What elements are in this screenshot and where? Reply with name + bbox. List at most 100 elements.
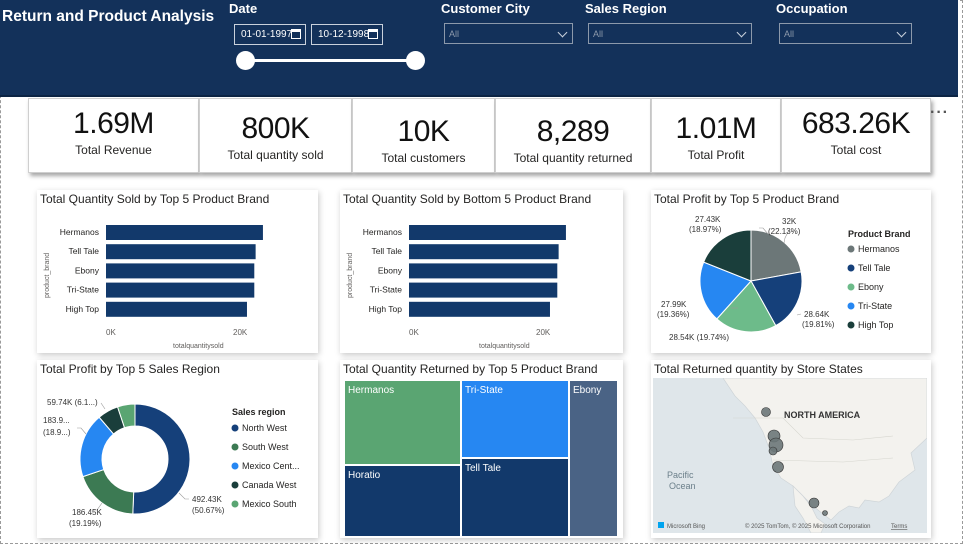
chevron-down-icon bbox=[557, 27, 568, 38]
ocean-label: Pacific bbox=[667, 470, 694, 480]
treemap-tile-tell-tale[interactable]: Tell Tale bbox=[461, 458, 569, 537]
date-slider-start-handle[interactable] bbox=[236, 51, 255, 70]
bar[interactable] bbox=[106, 225, 263, 240]
legend-marker bbox=[231, 462, 239, 470]
chart-card-bottom5-sold[interactable]: Total Quantity Sold by Bottom 5 Product … bbox=[340, 190, 623, 353]
treemap-tile-hermanos[interactable]: Hermanos bbox=[344, 380, 461, 465]
customer-city-value: All bbox=[449, 29, 460, 39]
more-options-icon[interactable]: ··· bbox=[930, 104, 949, 122]
legend-item[interactable]: North West bbox=[242, 423, 287, 433]
store-state-bubble[interactable] bbox=[772, 461, 784, 473]
legend-item[interactable]: Tell Tale bbox=[858, 263, 890, 273]
pie-slice[interactable] bbox=[132, 403, 191, 515]
end-date-input[interactable]: 10-12-1998 bbox=[311, 24, 383, 45]
legend-marker bbox=[847, 283, 855, 291]
customer-city-label: Customer City bbox=[441, 1, 530, 16]
legend-item[interactable]: Canada West bbox=[242, 480, 297, 490]
legend-item[interactable]: Mexico Cent... bbox=[242, 461, 300, 471]
slice-label: 32K bbox=[782, 217, 797, 226]
bar[interactable] bbox=[106, 244, 256, 260]
y-category-label: Hermanos bbox=[363, 227, 402, 237]
chart-card-profit-by-region[interactable]: Total Profit by Top 5 Sales Region 492.4… bbox=[37, 360, 318, 538]
customer-city-dropdown[interactable]: All bbox=[444, 23, 573, 44]
chart-card-returned-by-state[interactable]: Total Returned quantity by Store States … bbox=[651, 360, 931, 538]
y-category-label: High Top bbox=[369, 304, 403, 314]
treemap-tile-horatio[interactable]: Horatio bbox=[344, 465, 461, 537]
calendar-icon[interactable] bbox=[368, 29, 378, 39]
bar[interactable] bbox=[106, 263, 255, 279]
kpi-total-quantity-returned: 8,289 Total quantity returned bbox=[495, 98, 651, 173]
occupation-value: All bbox=[784, 29, 795, 39]
legend-item[interactable]: Hermanos bbox=[858, 244, 900, 254]
leader-line bbox=[178, 492, 189, 500]
kpi-value: 10K bbox=[397, 115, 450, 148]
kpi-value: 8,289 bbox=[536, 115, 610, 148]
date-slider-end-handle[interactable] bbox=[406, 51, 425, 70]
bing-logo-icon bbox=[658, 522, 664, 528]
store-state-bubble[interactable] bbox=[768, 446, 778, 456]
y-category-label: Ebony bbox=[75, 265, 100, 275]
map-copyright: © 2025 TomTom, © 2025 Microsoft Corporat… bbox=[745, 523, 870, 530]
store-state-bubble[interactable] bbox=[808, 497, 820, 509]
tile-label: Tell Tale bbox=[465, 463, 501, 474]
sales-region-label: Sales Region bbox=[585, 1, 667, 16]
occupation-dropdown[interactable]: All bbox=[779, 23, 912, 44]
chevron-down-icon bbox=[736, 27, 747, 38]
kpi-value: 1.69M bbox=[73, 107, 154, 140]
legend-marker bbox=[231, 443, 239, 451]
legend-marker bbox=[847, 321, 855, 329]
legend-item[interactable]: South West bbox=[242, 442, 289, 452]
chevron-down-icon bbox=[896, 27, 907, 38]
legend-marker bbox=[847, 245, 855, 253]
slice-label: 28.64K bbox=[804, 310, 830, 319]
store-state-bubble[interactable] bbox=[822, 510, 828, 516]
date-range-slider-track[interactable] bbox=[245, 59, 415, 62]
chart-card-top5-sold[interactable]: Total Quantity Sold by Top 5 Product Bra… bbox=[37, 190, 318, 353]
chart-card-profit-by-brand[interactable]: Total Profit by Top 5 Product Brand 32K … bbox=[651, 190, 931, 353]
tile-label: Tri-State bbox=[465, 385, 503, 396]
y-category-label: Tri-State bbox=[67, 285, 100, 295]
bar[interactable] bbox=[409, 244, 559, 260]
slice-label: (19.36%) bbox=[657, 310, 690, 319]
sales-region-dropdown[interactable]: All bbox=[588, 23, 752, 44]
calendar-icon[interactable] bbox=[291, 29, 301, 39]
treemap-tile-ebony[interactable]: Ebony bbox=[569, 380, 618, 537]
legend-item[interactable]: Mexico South bbox=[242, 499, 297, 509]
y-axis-label: product_brand bbox=[44, 253, 51, 298]
slice-label: (50.67%) bbox=[192, 506, 225, 515]
slice-label: 183.9... bbox=[43, 416, 70, 425]
x-tick-label: 0K bbox=[409, 328, 419, 337]
bar[interactable] bbox=[409, 282, 558, 298]
map-area[interactable]: NORTH AMERICA Pacific Ocean Microsoft Bi… bbox=[653, 378, 927, 533]
chart-title: Total Returned quantity by Store States bbox=[654, 362, 863, 376]
pie-chart-profit-by-brand: 32K (22.13%) 28.64K (19.81%) 28.54K (19.… bbox=[657, 215, 911, 342]
treemap-tile-tri-state[interactable]: Tri-State bbox=[461, 380, 569, 458]
legend-item[interactable]: High Top bbox=[858, 320, 893, 330]
legend-item[interactable]: Tri-State bbox=[858, 301, 892, 311]
sales-region-value: All bbox=[593, 29, 604, 39]
chart-card-returned-by-brand[interactable]: Total Quantity Returned by Top 5 Product… bbox=[340, 360, 623, 538]
leader-line bbox=[77, 427, 87, 435]
bar[interactable] bbox=[409, 301, 550, 317]
y-category-label: High Top bbox=[66, 304, 100, 314]
start-date-input[interactable]: 01-01-1997 bbox=[234, 24, 306, 45]
kpi-label: Total Profit bbox=[687, 148, 745, 162]
bar[interactable] bbox=[106, 301, 247, 317]
kpi-value: 683.26K bbox=[801, 107, 911, 140]
bar[interactable] bbox=[106, 282, 255, 298]
legend-marker bbox=[847, 264, 855, 272]
store-state-bubble[interactable] bbox=[761, 407, 771, 417]
x-tick-label: 20K bbox=[536, 328, 551, 337]
bar-chart-top5-sold: HermanosTell TaleEbonyTri-StateHigh Top … bbox=[44, 225, 263, 350]
bar[interactable] bbox=[409, 225, 566, 240]
kpi-label: Total customers bbox=[381, 151, 466, 165]
map-terms-link[interactable]: Terms bbox=[891, 524, 907, 530]
bar[interactable] bbox=[409, 263, 558, 279]
legend-item[interactable]: Ebony bbox=[858, 282, 884, 292]
kpi-label: Total cost bbox=[830, 143, 882, 157]
slice-label: (18.9...) bbox=[43, 428, 71, 437]
slice-label: 27.99K bbox=[661, 300, 687, 309]
y-axis-label: product_brand bbox=[347, 253, 354, 298]
kpi-label: Total Revenue bbox=[75, 143, 152, 157]
kpi-total-profit: 1.01M Total Profit bbox=[651, 98, 781, 173]
